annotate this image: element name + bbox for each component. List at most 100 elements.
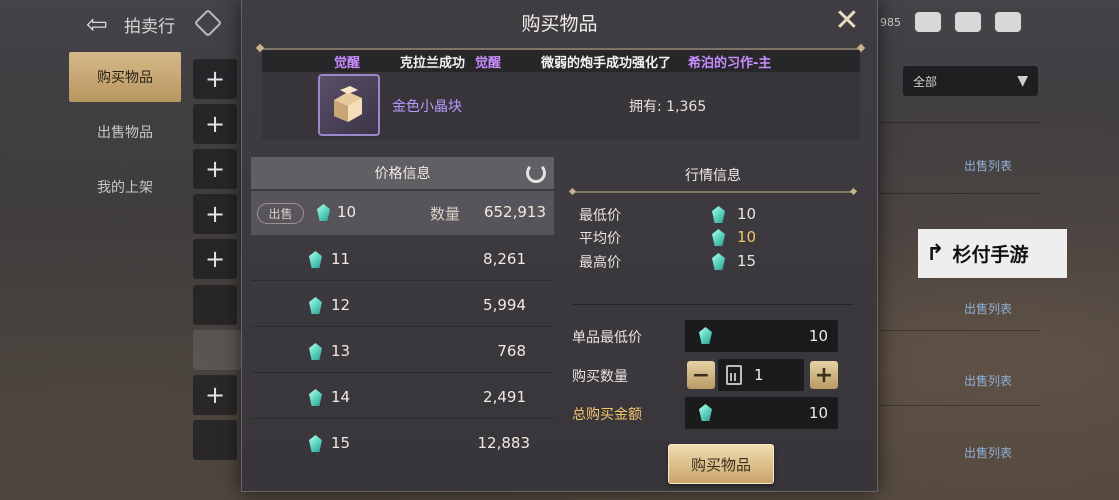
buy-item-dialog: 购买物品 ✕ 觉醒 克拉兰成功 觉醒 微弱的炮手成功强化了 希泊的习作-主 金色… — [241, 0, 878, 492]
chevron-down-icon: ▼ — [1017, 73, 1028, 89]
side-tab-buy[interactable]: 购买物品 — [69, 52, 181, 102]
empty-slot — [193, 420, 237, 460]
dialog-title: 购买物品 — [521, 12, 598, 35]
price-row[interactable]: 15 12,883 — [251, 421, 554, 465]
price-row[interactable]: 13 768 — [251, 329, 554, 373]
price-row[interactable]: 14 2,491 — [251, 375, 554, 419]
add-slot-button[interactable]: + — [193, 239, 237, 279]
unit-min-price-label: 单品最低价 — [572, 330, 642, 346]
price-row[interactable]: 12 5,994 — [251, 283, 554, 327]
divider — [251, 418, 554, 419]
quantity-label: 数量 — [430, 205, 461, 223]
quantity-value: 652,913 — [483, 203, 546, 221]
gem-currency-icon — [309, 343, 322, 360]
ticker-segment: 觉醒 — [334, 56, 361, 71]
filter-dropdown-value: 全部 — [913, 74, 938, 89]
price-row[interactable]: 出售 10 数量 652,913 — [251, 191, 554, 235]
max-price-label: 最高价 — [579, 255, 621, 271]
top-status-bar: 985 — [880, 12, 1021, 32]
ticker-segment: 觉醒 — [475, 56, 502, 71]
total-amount-value: 10 — [808, 404, 828, 422]
divider — [880, 193, 1040, 194]
add-slot-button[interactable]: + — [193, 375, 237, 415]
price-row[interactable]: 11 8,261 — [251, 237, 554, 281]
add-slot-button[interactable]: + — [193, 59, 237, 99]
quantity-value: 12,883 — [477, 434, 531, 452]
divider — [572, 304, 854, 305]
max-price-value: 15 — [737, 252, 757, 270]
price-value: 14 — [331, 388, 351, 406]
buy-item-button[interactable]: 购买物品 — [668, 444, 774, 484]
sell-list-link[interactable]: 出售列表 — [964, 300, 1012, 317]
quantity-value: 2,491 — [483, 388, 526, 406]
price-value: 15 — [331, 434, 351, 452]
close-icon[interactable]: ✕ — [831, 6, 863, 38]
unit-min-price-field: 10 — [685, 320, 838, 352]
price-value: 13 — [331, 342, 351, 360]
sell-list-link[interactable]: 出售列表 — [964, 157, 1012, 174]
divider — [572, 191, 854, 193]
market-info-title: 行情信息 — [685, 168, 741, 184]
background-header: ⇦ 拍卖行 — [0, 0, 240, 46]
divider — [251, 326, 554, 327]
calculator-icon[interactable] — [726, 365, 742, 385]
gem-currency-icon — [712, 206, 725, 223]
sell-list-link[interactable]: 出售列表 — [964, 372, 1012, 389]
back-arrow-icon[interactable]: ⇦ — [86, 10, 108, 40]
gem-currency-icon — [309, 389, 322, 406]
divider — [880, 330, 1040, 331]
quantity-plus-button[interactable]: + — [810, 361, 838, 389]
price-value: 11 — [331, 250, 351, 268]
total-amount-field: 10 — [685, 397, 838, 429]
buy-quantity-label: 购买数量 — [572, 369, 628, 385]
item-name: 金色小晶块 — [392, 99, 462, 115]
quantity-value: 5,994 — [483, 296, 526, 314]
total-amount-label: 总购买金额 — [572, 407, 642, 423]
divider — [251, 280, 554, 281]
item-summary: 金色小晶块 拥有: 1,365 — [262, 72, 860, 140]
bag-icon[interactable] — [915, 12, 941, 32]
side-tab-my-listings[interactable]: 我的上架 — [69, 162, 181, 212]
ticker-segment: 克拉兰成功 — [400, 56, 466, 71]
side-tab-sell[interactable]: 出售物品 — [69, 107, 181, 157]
price-value: 10 — [337, 203, 357, 221]
gem-currency-icon — [699, 404, 712, 421]
auction-house-title: 拍卖行 — [124, 17, 175, 37]
gem-currency-icon — [712, 253, 725, 270]
filter-dropdown[interactable]: 全部 ▼ — [903, 66, 1038, 96]
divider — [251, 372, 554, 373]
quantity-input-value: 1 — [754, 366, 764, 384]
quantity-value: 8,261 — [483, 250, 526, 268]
gem-currency-icon — [309, 435, 322, 452]
sell-list-link[interactable]: 出售列表 — [964, 444, 1012, 461]
quantity-value: 768 — [497, 342, 526, 360]
price-info-title: 价格信息 — [374, 166, 431, 182]
gem-currency-icon — [712, 229, 725, 246]
divider — [880, 405, 1040, 406]
divider — [880, 122, 1040, 123]
price-info-header: 价格信息 — [251, 157, 554, 189]
gold-crystal-icon[interactable] — [318, 74, 380, 136]
empty-slot — [193, 330, 241, 370]
quantity-minus-button[interactable]: − — [687, 361, 715, 389]
gem-currency-icon — [317, 204, 330, 221]
add-slot-button[interactable]: + — [193, 194, 237, 234]
watermark-badge: ↱ 杉付手游 — [918, 229, 1067, 278]
empty-slot — [193, 285, 237, 325]
server-announcement-ticker: 觉醒 克拉兰成功 觉醒 微弱的炮手成功强化了 希泊的习作-主 — [262, 50, 860, 72]
ticker-segment: 微弱的炮手成功强化了 — [541, 56, 672, 71]
min-price-label: 最低价 — [579, 208, 621, 224]
unit-min-price-value: 10 — [808, 327, 828, 345]
quantity-input[interactable]: 1 — [718, 359, 804, 391]
refresh-icon[interactable] — [526, 163, 546, 183]
add-slot-button[interactable]: + — [193, 104, 237, 144]
avg-price-label: 平均价 — [579, 231, 621, 247]
owned-count: 拥有: 1,365 — [629, 99, 707, 115]
avg-price-value: 10 — [737, 228, 757, 246]
gem-currency-icon — [699, 327, 712, 344]
add-slot-button[interactable]: + — [193, 149, 237, 189]
min-price-value: 10 — [737, 205, 757, 223]
chat-icon[interactable] — [995, 12, 1021, 32]
price-value: 12 — [331, 296, 351, 314]
mail-icon[interactable] — [955, 12, 981, 32]
